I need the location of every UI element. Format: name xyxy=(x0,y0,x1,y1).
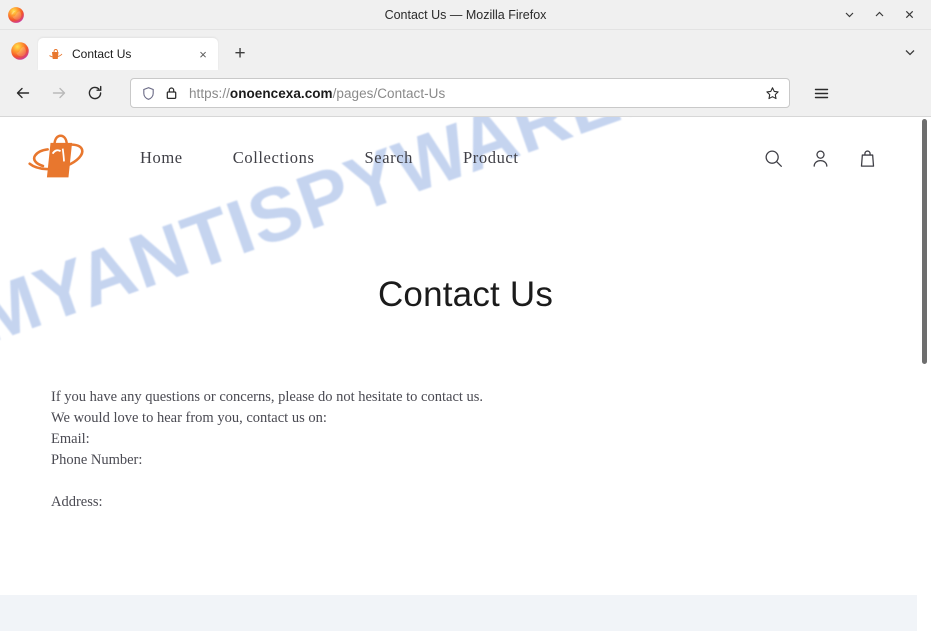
contact-phone-label: Phone Number: xyxy=(51,452,143,468)
nav-item-search[interactable]: Search xyxy=(365,148,414,168)
site-header: Home Collections Search Product xyxy=(0,117,931,199)
shield-icon[interactable] xyxy=(141,86,156,101)
forward-button[interactable] xyxy=(44,78,74,108)
contact-details-block: If you have any questions or concerns, p… xyxy=(0,387,931,513)
url-scheme: https:// xyxy=(189,85,230,101)
footer-band xyxy=(0,595,931,631)
new-tab-button[interactable]: + xyxy=(226,40,254,68)
browser-window: Contact Us — Mozilla Firefox Contact Us … xyxy=(0,0,931,631)
window-controls xyxy=(835,3,931,27)
url-host: onoencexa.com xyxy=(229,85,333,101)
search-icon[interactable] xyxy=(761,146,785,170)
scrollbar-thumb[interactable] xyxy=(922,119,927,364)
tab-title: Contact Us xyxy=(72,47,132,61)
nav-item-home[interactable]: Home xyxy=(140,148,183,168)
contact-email-label: Email: xyxy=(51,431,90,447)
title-bar: Contact Us — Mozilla Firefox xyxy=(0,0,931,30)
contact-line-invite: We would love to hear from you, contact … xyxy=(51,410,327,426)
browser-tab[interactable]: Contact Us × xyxy=(38,38,218,70)
reload-button[interactable] xyxy=(80,78,110,108)
page-title: Contact Us xyxy=(377,275,554,314)
url-bar[interactable]: https://onoencexa.com/pages/Contact-Us xyxy=(130,78,790,108)
star-icon[interactable] xyxy=(761,82,783,104)
navigation-toolbar: https://onoencexa.com/pages/Contact-Us xyxy=(0,70,931,117)
account-icon[interactable] xyxy=(808,146,832,170)
nav-item-product[interactable]: Product xyxy=(463,148,519,168)
back-button[interactable] xyxy=(8,78,38,108)
hamburger-menu-icon[interactable] xyxy=(806,78,836,108)
list-all-tabs-button[interactable] xyxy=(895,37,925,67)
contact-line-intro: If you have any questions or concerns, p… xyxy=(51,389,484,405)
lock-icon[interactable] xyxy=(165,86,178,100)
contact-address-label: Address: xyxy=(51,494,103,510)
tab-strip: Contact Us × + xyxy=(0,30,931,70)
page-viewport: MYANTISPYWARE.COM Home Collections Searc… xyxy=(0,117,931,631)
window-title: Contact Us — Mozilla Firefox xyxy=(384,7,547,22)
site-navigation: Home Collections Search Product xyxy=(140,148,519,168)
maximize-button[interactable] xyxy=(865,3,893,27)
firefox-logo-icon xyxy=(10,41,30,61)
header-icon-group xyxy=(761,146,891,170)
close-button[interactable] xyxy=(895,3,923,27)
site-logo-favicon xyxy=(48,46,64,62)
nav-item-collections[interactable]: Collections xyxy=(233,148,315,168)
url-text[interactable]: https://onoencexa.com/pages/Contact-Us xyxy=(189,86,761,101)
minimize-button[interactable] xyxy=(835,3,863,27)
firefox-logo-icon xyxy=(7,6,25,24)
page-scrollbar[interactable] xyxy=(917,117,931,631)
cart-icon[interactable] xyxy=(855,146,879,170)
shopping-bag-swoosh-logo[interactable] xyxy=(26,130,98,186)
url-path: /pages/Contact-Us xyxy=(332,85,446,101)
close-icon[interactable]: × xyxy=(194,45,212,63)
